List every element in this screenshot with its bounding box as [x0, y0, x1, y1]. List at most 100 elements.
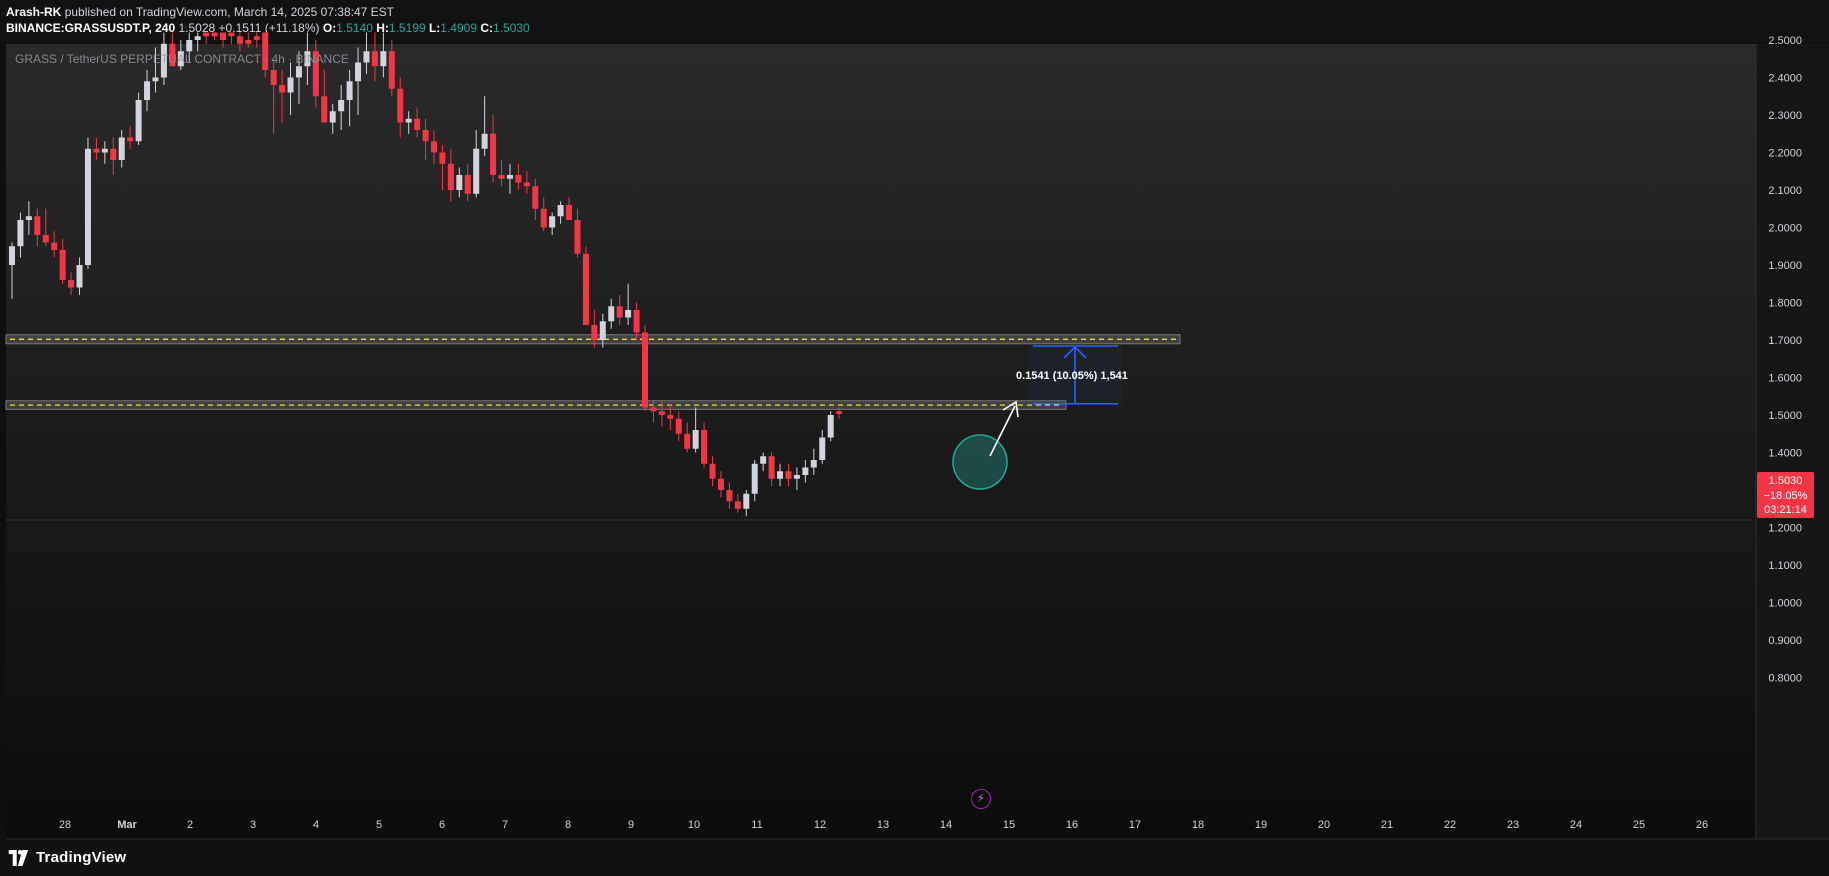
- candle-body: [414, 118, 421, 130]
- candle-body: [717, 478, 724, 490]
- candle[interactable]: [211, 32, 218, 41]
- candle-body: [692, 430, 699, 449]
- candle-body: [768, 456, 775, 479]
- x-tick-label: 17: [1129, 819, 1141, 831]
- x-tick-label: 20: [1318, 819, 1330, 831]
- candle-body: [625, 310, 632, 318]
- badge-countdown: 03:21:14: [1764, 504, 1807, 516]
- y-tick-label: 2.2000: [1768, 148, 1802, 160]
- y-tick-label: 2.4000: [1768, 73, 1802, 85]
- candle-body: [42, 235, 49, 243]
- candle-body: [642, 332, 648, 408]
- measure-label: 0.1541 (10.05%) 1,541: [1016, 370, 1128, 382]
- candle-body: [591, 325, 598, 340]
- current-price-badge: 1.5030 −18.05% 03:21:14: [1757, 472, 1814, 518]
- candle-body: [76, 265, 83, 288]
- candle[interactable]: [203, 32, 210, 44]
- candle-body: [25, 216, 32, 220]
- x-tick-label: 25: [1633, 819, 1645, 831]
- candle-body: [93, 148, 100, 153]
- brand-text: TradingView: [36, 849, 127, 866]
- x-tick-label: 11: [751, 819, 762, 831]
- candle-body: [68, 280, 75, 288]
- candle-body: [371, 51, 378, 67]
- candle-body: [51, 242, 58, 250]
- tradingview-brand[interactable]: TradingView: [8, 849, 126, 866]
- y-tick-label: 1.0000: [1768, 598, 1802, 610]
- x-tick-label: 5: [376, 819, 382, 831]
- candle-body: [9, 246, 15, 265]
- y-tick-label: 1.1000: [1768, 560, 1802, 572]
- lightning-icon[interactable]: ⚡: [971, 789, 991, 809]
- x-tick-label: 18: [1192, 819, 1204, 831]
- x-tick-label: 9: [628, 819, 634, 831]
- x-tick-label: 22: [1444, 819, 1456, 831]
- x-tick-label: 28: [59, 819, 71, 831]
- y-tick-label: 1.2000: [1768, 523, 1802, 535]
- candle-body: [532, 186, 539, 209]
- candle-body: [481, 133, 488, 149]
- candle-body: [355, 62, 362, 82]
- candle-body: [253, 36, 260, 40]
- candle-body: [709, 463, 716, 479]
- candle-body: [836, 411, 843, 414]
- candle-body: [667, 415, 674, 419]
- candle-body: [734, 501, 741, 509]
- candle-body: [684, 433, 691, 449]
- candle[interactable]: [642, 325, 648, 412]
- candle-body: [633, 310, 640, 333]
- candle-body: [582, 253, 589, 325]
- candle-body: [473, 148, 480, 194]
- candle-body: [34, 216, 41, 235]
- candle[interactable]: [582, 246, 589, 325]
- candle-body: [616, 306, 623, 318]
- highlight-circle[interactable]: [952, 434, 1008, 490]
- candle-body: [135, 100, 142, 142]
- candle-body: [211, 32, 218, 37]
- candle-body: [540, 208, 547, 228]
- candle-body: [574, 220, 581, 254]
- candle-body: [802, 467, 809, 475]
- candle-body: [346, 81, 353, 100]
- candle[interactable]: [84, 137, 91, 269]
- badge-price: 1.5030: [1768, 475, 1803, 487]
- x-tick-label: 6: [439, 819, 445, 831]
- y-tick-label: 1.6000: [1768, 373, 1802, 385]
- candle-body: [557, 205, 564, 217]
- candle-body: [515, 175, 522, 183]
- candle-body: [101, 148, 108, 153]
- candle-body: [329, 111, 336, 123]
- candle-body: [599, 321, 606, 340]
- candle[interactable]: [135, 92, 142, 146]
- x-tick-label: 2: [187, 819, 193, 831]
- candle[interactable]: [228, 32, 235, 44]
- tradingview-logo-icon: [8, 849, 29, 866]
- candle[interactable]: [827, 411, 834, 442]
- price-axis-background: [1756, 44, 1829, 839]
- candle-body: [405, 118, 412, 123]
- candle-body: [380, 51, 387, 67]
- candle-body: [363, 51, 370, 63]
- candle-body: [827, 415, 834, 438]
- candle-body: [84, 148, 91, 265]
- candle-body: [760, 456, 767, 464]
- candle-body: [819, 437, 826, 460]
- candle-body: [777, 471, 784, 479]
- x-tick-label: 23: [1507, 819, 1519, 831]
- candle-body: [743, 493, 750, 509]
- candle-body: [118, 137, 125, 160]
- candle-body: [295, 66, 302, 78]
- candle-body: [186, 40, 193, 52]
- x-tick-label: 26: [1696, 819, 1708, 831]
- candle-body: [464, 175, 471, 194]
- candle-body: [422, 130, 429, 142]
- candle-body: [110, 148, 117, 160]
- candle-body: [726, 490, 733, 502]
- candle-body: [321, 96, 328, 123]
- y-tick-label: 2.0000: [1768, 223, 1802, 235]
- x-tick-label: 14: [940, 819, 952, 831]
- price-chart[interactable]: 2.5000 2.4000 2.3000 2.2000 2.1000 2.0000 1.90…: [0, 0, 1829, 840]
- chart-background: [6, 44, 1756, 839]
- y-tick-label: 1.8000: [1768, 298, 1802, 310]
- candle-body: [17, 220, 24, 247]
